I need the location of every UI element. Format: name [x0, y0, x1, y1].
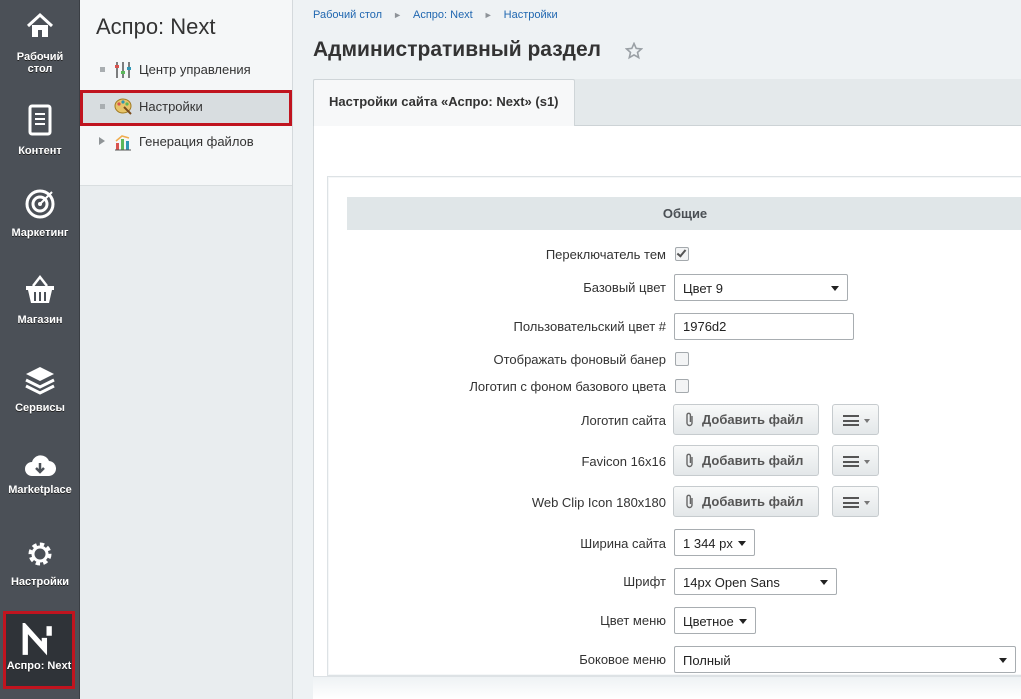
- theme-switcher-checkbox[interactable]: [675, 247, 689, 261]
- sidebar-item-marketing[interactable]: Маркетинг: [0, 188, 80, 270]
- submenu-item-settings[interactable]: Настройки: [80, 90, 292, 126]
- menu-icon: [843, 415, 859, 426]
- paperclip-icon: [686, 494, 693, 509]
- site-logo-label: Логотип сайта: [580, 413, 666, 428]
- sidebar-item-label: Контент: [18, 145, 62, 157]
- dropdown-arrow-icon: [738, 541, 746, 546]
- menu-icon: [843, 497, 859, 508]
- submenu-item-control-center[interactable]: Центр управления: [80, 55, 292, 85]
- bullet-icon: [100, 67, 105, 72]
- basket-icon: [26, 274, 54, 303]
- menu-color-select[interactable]: Цветное: [674, 607, 756, 634]
- logo-bg-checkbox[interactable]: [675, 379, 689, 393]
- left-icon-bar: Рабочий стол Контент Маркетинг Магазин Се…: [0, 0, 80, 699]
- logo-bg-label: Логотип с фоном базового цвета: [469, 379, 666, 394]
- paperclip-icon: [686, 453, 693, 468]
- sidebar-item-label: Магазин: [17, 314, 63, 326]
- sidebar-item-services[interactable]: Сервисы: [0, 364, 80, 446]
- favicon-add-file-button[interactable]: Добавить файл: [673, 445, 819, 476]
- home-icon: [26, 12, 54, 37]
- sidebar-item-label: Настройки: [10, 576, 70, 588]
- site-logo-add-file-button[interactable]: Добавить файл: [673, 404, 819, 435]
- sidebar-item-label: Сервисы: [15, 402, 65, 414]
- site-logo-menu-button[interactable]: [832, 404, 879, 435]
- chevron-down-icon: [864, 460, 870, 464]
- submenu-panel: Аспро: Next Центр управления Настройки Г…: [80, 0, 293, 699]
- base-color-select[interactable]: Цвет 9: [674, 274, 848, 301]
- font-label: Шрифт: [623, 574, 666, 589]
- menu-color-label: Цвет меню: [600, 613, 666, 628]
- font-select[interactable]: 14px Open Sans: [674, 568, 837, 595]
- side-menu-label: Боковое меню: [579, 652, 666, 667]
- submenu-title: Аспро: Next: [96, 14, 216, 39]
- sidebar-item-settings[interactable]: Настройки: [0, 538, 80, 620]
- chevron-down-icon: [864, 501, 870, 505]
- breadcrumb: Рабочий стол ► Аспро: Next ► Настройки: [313, 9, 558, 21]
- breadcrumb-link-desktop[interactable]: Рабочий стол: [313, 9, 382, 21]
- breadcrumb-link-aspro[interactable]: Аспро: Next: [413, 9, 473, 21]
- webclip-menu-button[interactable]: [832, 486, 879, 517]
- favicon-label: Favicon 16x16: [581, 454, 666, 469]
- content-bottom-divider: [313, 676, 1021, 699]
- sidebar-item-shop[interactable]: Магазин: [0, 274, 80, 356]
- cloud-download-icon: [25, 455, 56, 477]
- document-icon: [28, 104, 52, 136]
- chevron-down-icon: [864, 419, 870, 423]
- bullet-icon: [100, 104, 105, 109]
- bg-banner-checkbox[interactable]: [675, 352, 689, 366]
- webclip-add-file-button[interactable]: Добавить файл: [673, 486, 819, 517]
- breadcrumb-separator-icon: ►: [393, 10, 402, 20]
- palette-icon: [114, 98, 132, 115]
- submenu-item-file-generation[interactable]: Генерация файлов: [80, 127, 292, 157]
- breadcrumb-link-settings[interactable]: Настройки: [504, 9, 558, 21]
- webclip-label: Web Clip Icon 180x180: [531, 495, 666, 510]
- sidebar-item-marketplace[interactable]: Marketplace: [0, 450, 80, 532]
- sidebar-item-content[interactable]: Контент: [0, 104, 80, 186]
- submenu-item-label: Настройки: [139, 99, 203, 114]
- bar-chart-icon: [115, 135, 131, 151]
- sidebar-item-label: Аспро: Next: [6, 660, 72, 672]
- tab-label: Настройки сайта «Аспро: Next» (s1): [329, 94, 559, 109]
- sidebar-item-label: Маркетинг: [11, 227, 69, 239]
- dropdown-arrow-icon: [820, 580, 828, 585]
- submenu-item-label: Центр управления: [139, 62, 251, 77]
- paperclip-icon: [686, 412, 693, 427]
- aspro-next-logo-icon: [22, 623, 52, 656]
- favicon-menu-button[interactable]: [832, 445, 879, 476]
- site-width-select[interactable]: 1 344 px: [674, 529, 755, 556]
- tab-bar: Настройки сайта «Аспро: Next» (s1): [313, 79, 1021, 126]
- submenu-item-label: Генерация файлов: [139, 134, 254, 149]
- sidebar-item-label: Рабочий стол: [16, 51, 64, 75]
- bg-banner-label: Отображать фоновый банер: [493, 352, 666, 367]
- base-color-label: Базовый цвет: [583, 280, 666, 295]
- dropdown-arrow-icon: [831, 286, 839, 291]
- sidebar-item-desktop[interactable]: Рабочий стол: [0, 10, 80, 92]
- theme-switcher-label: Переключатель тем: [545, 247, 666, 262]
- section-header: Общие: [347, 197, 1021, 230]
- breadcrumb-separator-icon: ►: [483, 10, 493, 20]
- menu-icon: [843, 456, 859, 467]
- checkmark-icon: [676, 247, 687, 258]
- side-menu-select[interactable]: Полный: [674, 646, 1016, 673]
- tab-site-settings[interactable]: Настройки сайта «Аспро: Next» (s1): [313, 79, 575, 126]
- custom-color-label: Пользовательский цвет #: [513, 319, 666, 334]
- favorite-star-icon[interactable]: [625, 42, 643, 60]
- layers-icon: [25, 367, 55, 395]
- page-title: Административный раздел: [313, 38, 602, 61]
- sliders-icon: [115, 62, 131, 78]
- site-width-label: Ширина сайта: [580, 536, 666, 551]
- main-area: Рабочий стол ► Аспро: Next ► Настройки Админ…: [294, 0, 1021, 699]
- sidebar-item-label: Marketplace: [8, 484, 72, 496]
- expand-arrow-icon[interactable]: [99, 137, 105, 145]
- dropdown-arrow-icon: [999, 658, 1007, 663]
- dropdown-arrow-icon: [739, 619, 747, 624]
- target-icon: [25, 189, 55, 219]
- custom-color-input[interactable]: [674, 313, 854, 340]
- sidebar-item-aspro-next[interactable]: Аспро: Next: [3, 611, 75, 689]
- gear-icon: [28, 542, 52, 566]
- tab-content: Общие: [313, 126, 1021, 699]
